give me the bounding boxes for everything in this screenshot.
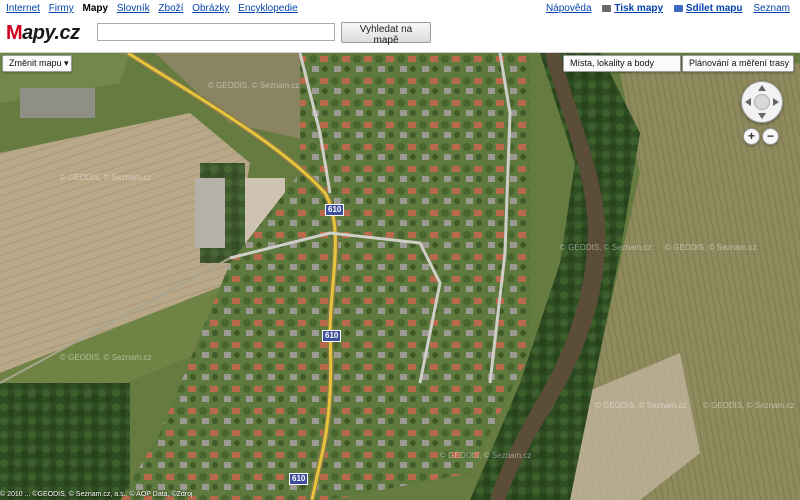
seznam-link[interactable]: Seznam bbox=[753, 3, 790, 14]
map-watermark: © GEODIS, © Seznam.cz bbox=[703, 401, 795, 410]
pan-control[interactable] bbox=[741, 81, 783, 123]
logo-text: apy.cz bbox=[22, 22, 80, 44]
nav-slovnik[interactable]: Slovník bbox=[117, 3, 150, 14]
search-input[interactable] bbox=[97, 23, 335, 41]
pan-center-icon[interactable] bbox=[754, 94, 770, 110]
search-on-map-button[interactable]: Vyhledat na mapě bbox=[341, 22, 431, 46]
zoom-in-button[interactable]: + bbox=[743, 128, 760, 145]
map-watermark: © GEODIS, © Seznam.cz bbox=[665, 243, 757, 252]
route-planning-button[interactable]: Plánování a měření trasy bbox=[682, 55, 794, 72]
service-links: Internet Firmy Mapy Slovník Zboží Obrázk… bbox=[6, 3, 304, 14]
share-icon bbox=[673, 4, 683, 12]
road-label-610: 610 bbox=[322, 330, 342, 342]
nav-mapy[interactable]: Mapy bbox=[82, 3, 108, 14]
pan-left-icon[interactable] bbox=[745, 98, 751, 106]
road-label-610: 610 bbox=[289, 473, 309, 485]
nav-obrazky[interactable]: Obrázky bbox=[192, 3, 229, 14]
nav-firmy[interactable]: Firmy bbox=[49, 3, 74, 14]
road-label-610: 610 bbox=[325, 204, 345, 216]
top-navigation: Internet Firmy Mapy Slovník Zboží Obrázk… bbox=[0, 0, 800, 16]
map-copyright: © 2010 ... ©GEODIS, © Seznam.cz, a.s., ©… bbox=[0, 491, 193, 498]
utility-links: Nápověda Tisk mapy Sdílet mapu Seznam bbox=[538, 3, 790, 14]
print-map-link[interactable]: Tisk mapy bbox=[614, 3, 663, 14]
map-watermark: © GEODIS, © Seznam.cz bbox=[60, 353, 152, 362]
map-watermark: © GEODIS, © Seznam.cz bbox=[595, 401, 687, 410]
search-header: Mapy.cz Vyhledat na mapě bbox=[0, 16, 800, 53]
map-watermark: © GEODIS, © Seznam.cz bbox=[208, 81, 300, 90]
logo-first-letter: M bbox=[6, 22, 23, 44]
help-link[interactable]: Nápověda bbox=[546, 3, 592, 14]
map-viewport[interactable]: Změnit mapu ▾ Místa, lokality a body Plá… bbox=[0, 53, 800, 500]
mapy-logo[interactable]: Mapy.cz bbox=[6, 22, 80, 45]
map-watermark: © GEODIS, © Seznam.cz bbox=[440, 451, 532, 460]
aerial-imagery bbox=[0, 53, 800, 500]
pan-down-icon[interactable] bbox=[758, 113, 766, 119]
share-map-link[interactable]: Sdílet mapu bbox=[686, 3, 743, 14]
pan-up-icon[interactable] bbox=[758, 85, 766, 91]
nav-internet[interactable]: Internet bbox=[6, 3, 40, 14]
nav-encyklopedie[interactable]: Encyklopedie bbox=[238, 3, 297, 14]
pan-right-icon[interactable] bbox=[773, 98, 779, 106]
printer-icon bbox=[602, 4, 612, 12]
nav-zbozi[interactable]: Zboží bbox=[158, 3, 183, 14]
places-button[interactable]: Místa, lokality a body bbox=[563, 55, 681, 72]
change-map-button[interactable]: Změnit mapu ▾ bbox=[2, 55, 72, 72]
chevron-down-icon: ▾ bbox=[64, 58, 69, 68]
map-watermark: © GEODIS, © Seznam.cz bbox=[60, 173, 152, 182]
map-watermark: © GEODIS, © Seznam.cz bbox=[560, 243, 652, 252]
change-map-label: Změnit mapu bbox=[9, 58, 62, 68]
zoom-out-button[interactable]: − bbox=[762, 128, 779, 145]
